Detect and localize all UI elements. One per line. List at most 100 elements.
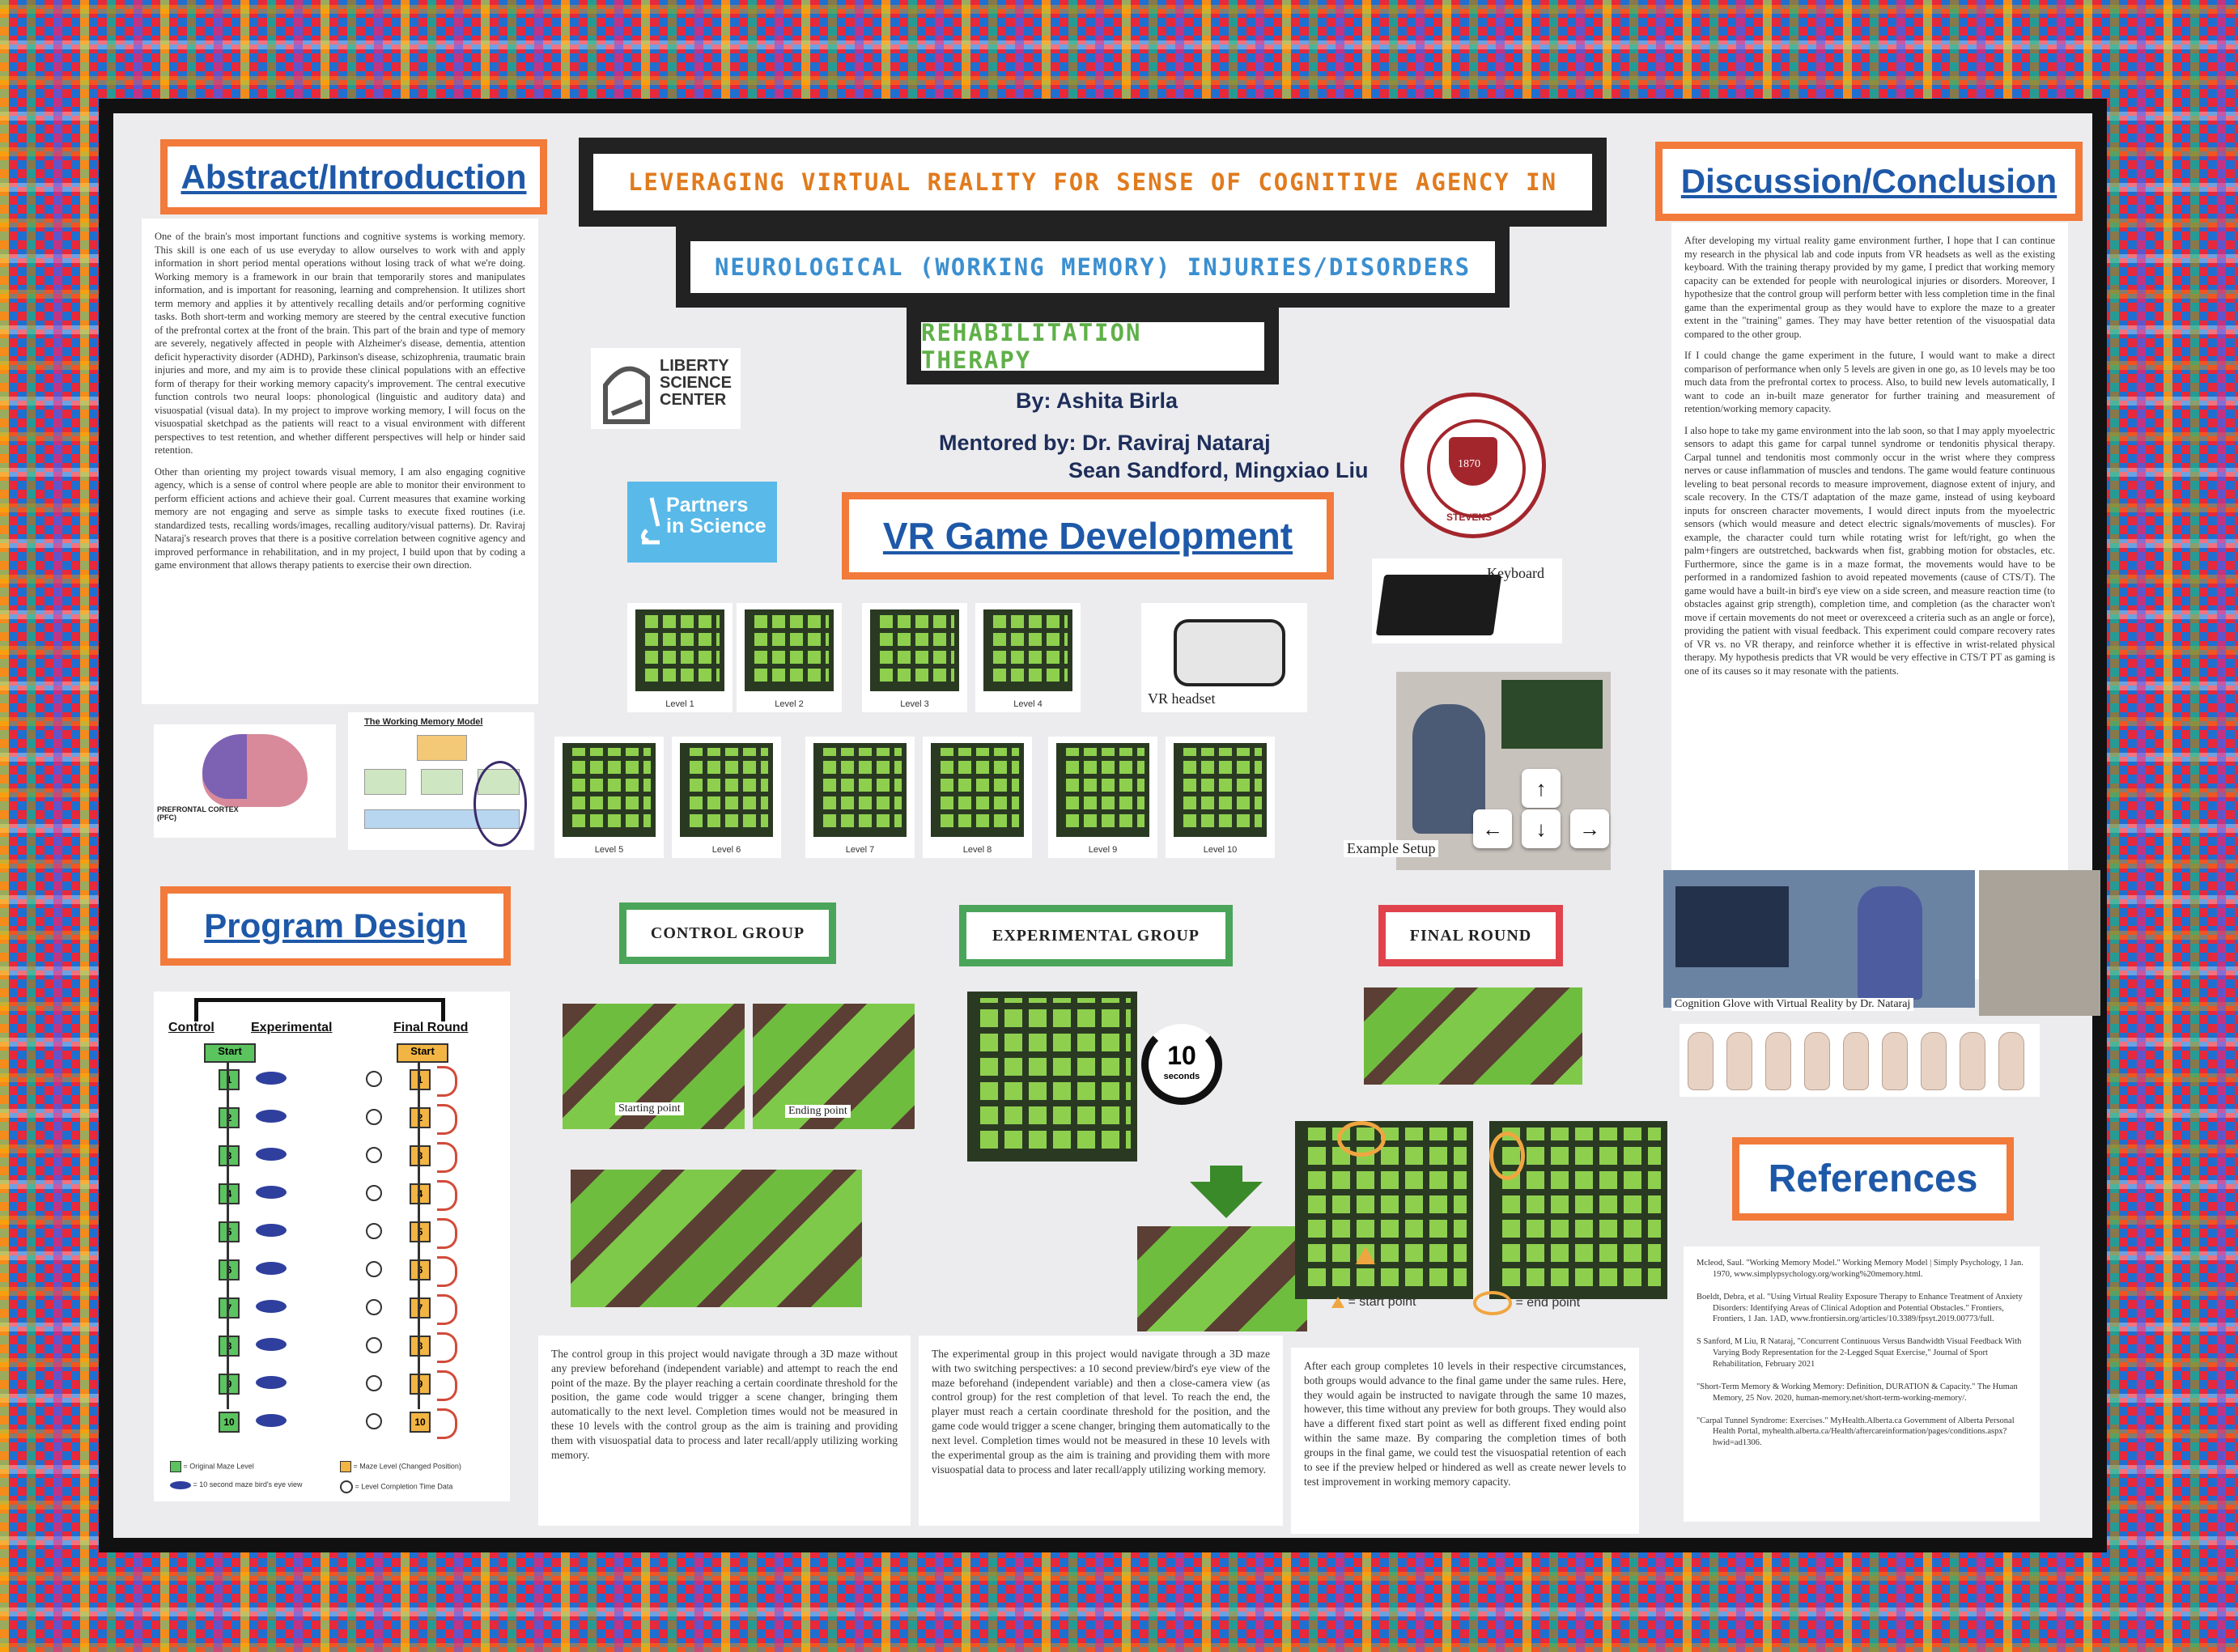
program-design-header: Program Design xyxy=(160,886,511,966)
maze-level-tile: Level 10 xyxy=(1166,737,1275,858)
reference-item: "Short-Term Memory & Working Memory: Def… xyxy=(1697,1382,2018,1403)
final-start-box: Start xyxy=(397,1043,448,1063)
col-control-label: Control xyxy=(168,1021,214,1034)
maze-level-tile: Level 6 xyxy=(672,737,781,858)
discussion-header-text: Discussion/Conclusion xyxy=(1680,162,2058,200)
final-level-box: 4 xyxy=(410,1183,431,1204)
right-arrow-key: → xyxy=(1570,809,1609,848)
maze-level-tile: Level 9 xyxy=(1048,737,1157,858)
seal-name: STEVENS xyxy=(1446,512,1493,523)
keyboard-photo: Keyboard xyxy=(1372,558,1562,643)
vr-headset-icon xyxy=(1174,619,1285,686)
maze-level-label: Level 7 xyxy=(845,845,875,855)
hand-gesture-icon xyxy=(1921,1032,1947,1090)
discussion-paragraph-2: If I could change the game experiment in… xyxy=(1684,350,2055,414)
timer-circle-icon xyxy=(366,1147,382,1163)
end-legend: = end point xyxy=(1473,1291,1580,1315)
stevens-seal: 1870 STEVENS xyxy=(1400,393,1546,538)
up-arrow-key: ↑ xyxy=(1522,769,1561,808)
mentor-line-1: Mentored by: Dr. Raviraj Nataraj xyxy=(939,431,1271,455)
birds-eye-oval xyxy=(256,1338,287,1351)
final-level-box: 1 xyxy=(410,1069,431,1090)
down-arrow-stem xyxy=(1210,1166,1242,1183)
loop-arrow xyxy=(437,1294,457,1325)
experimental-close-view xyxy=(1137,1226,1307,1331)
birds-eye-oval xyxy=(256,1110,287,1123)
down-arrow-icon xyxy=(1190,1182,1263,1218)
start-point-icon xyxy=(1356,1246,1375,1264)
legend-changed: = Maze Level (Changed Position) xyxy=(353,1462,461,1471)
abstract-paragraph-2: Other than orienting my project towards … xyxy=(155,465,525,571)
program-design-header-text: Program Design xyxy=(204,907,467,945)
birds-eye-oval xyxy=(256,1072,287,1085)
control-maze-view xyxy=(571,1170,862,1307)
maze-level-label: Level 5 xyxy=(594,845,624,855)
loop-arrow xyxy=(437,1104,457,1135)
seal-year: 1870 xyxy=(1458,458,1480,470)
references-header-text: References xyxy=(1768,1157,1978,1200)
control-level-box: 7 xyxy=(219,1297,240,1319)
birds-eye-oval xyxy=(256,1414,287,1427)
example-setup-label: Example Setup xyxy=(1344,840,1439,857)
experimental-group-text: EXPERIMENTAL GROUP xyxy=(992,926,1200,945)
final-level-box: 2 xyxy=(410,1107,431,1128)
reference-item: Mcleod, Saul. "Working Memory Model." Wo… xyxy=(1697,1259,2024,1279)
reference-list: Mcleod, Saul. "Working Memory Model." Wo… xyxy=(1697,1258,2027,1449)
start-triangle-icon xyxy=(1331,1296,1344,1308)
title-line-2: NEUROLOGICAL (WORKING MEMORY) INJURIES/D… xyxy=(714,253,1471,281)
end-point-ring-1 xyxy=(1337,1121,1386,1157)
author: By: Ashita Birla xyxy=(1016,389,1178,413)
birds-eye-oval xyxy=(256,1262,287,1275)
final-level-box: 7 xyxy=(410,1297,431,1319)
experimental-description: The experimental group in this project w… xyxy=(919,1336,1283,1526)
birds-eye-oval xyxy=(256,1376,287,1389)
maze-level-label: Level 2 xyxy=(775,699,804,709)
title-bar-2: NEUROLOGICAL (WORKING MEMORY) INJURIES/D… xyxy=(676,227,1510,308)
birds-eye-oval xyxy=(256,1148,287,1161)
down-arrow-key: ↓ xyxy=(1522,809,1561,848)
liberty-science-center-logo: LIBERTY SCIENCE CENTER xyxy=(591,348,741,429)
col-final-label: Final Round xyxy=(393,1021,469,1034)
references-box: Mcleod, Saul. "Working Memory Model." Wo… xyxy=(1684,1246,2040,1522)
experimental-group-label: EXPERIMENTAL GROUP xyxy=(959,905,1233,966)
maze-level-tile: Level 1 xyxy=(627,603,733,712)
mentor-line-2: Sean Sandford, Mingxiao Liu xyxy=(1068,458,1369,482)
maze-level-label: Level 8 xyxy=(962,845,992,855)
loop-arrow xyxy=(437,1332,457,1363)
reference-item: "Carpal Tunnel Syndrome: Exercises." MyH… xyxy=(1697,1416,2015,1448)
birds-eye-oval xyxy=(256,1186,287,1199)
final-round-screenshot xyxy=(1364,987,1582,1085)
brain-diagram: PREFRONTAL CORTEX (PFC) xyxy=(154,724,336,838)
hand-gesture-icon xyxy=(1998,1032,2024,1090)
control-level-box: 2 xyxy=(219,1107,240,1128)
maze-level-label: Level 3 xyxy=(900,699,929,709)
hand-gesture-icon xyxy=(1688,1032,1714,1090)
final-level-box: 5 xyxy=(410,1221,431,1242)
liberty-logo-icon xyxy=(603,366,650,424)
glove-caption: Cognition Glove with Virtual Reality by … xyxy=(1671,998,1914,1011)
abstract-header-text: Abstract/Introduction xyxy=(180,157,527,196)
timer-circle-icon xyxy=(366,1413,382,1429)
end-point-ring-2 xyxy=(1489,1132,1525,1180)
partners-in-science-logo: Partners in Science xyxy=(627,482,777,563)
timer-circle-icon xyxy=(366,1109,382,1125)
partners-word-1: Partners xyxy=(666,494,749,516)
title-bar-3: REHABILITATION THERAPY xyxy=(907,308,1279,384)
timer-circle-icon xyxy=(366,1375,382,1391)
liberty-word-3: CENTER xyxy=(660,391,727,409)
final-round-text: FINAL ROUND xyxy=(1409,926,1532,945)
maze-level-label: Level 6 xyxy=(711,845,741,855)
cognition-glove-photo xyxy=(1663,870,1975,1008)
maze-level-label: Level 9 xyxy=(1088,845,1118,855)
final-level-box: 10 xyxy=(410,1412,431,1433)
loop-arrow xyxy=(437,1370,457,1401)
experimental-birds-eye-maze xyxy=(967,992,1137,1161)
timer-icon: 10 seconds xyxy=(1141,1024,1222,1105)
abstract-paragraph-1: One of the brain's most important functi… xyxy=(155,231,525,456)
hand-gestures-strip xyxy=(1680,1024,2040,1097)
timer-number: 10 xyxy=(1167,1041,1196,1070)
control-text: The control group in this project would … xyxy=(551,1348,898,1461)
legend-original: = Original Maze Level xyxy=(183,1462,254,1471)
title-bar-1: LEVERAGING VIRTUAL REALITY FOR SENSE OF … xyxy=(579,138,1607,227)
final-description: After each group completes 10 levels in … xyxy=(1291,1348,1639,1534)
